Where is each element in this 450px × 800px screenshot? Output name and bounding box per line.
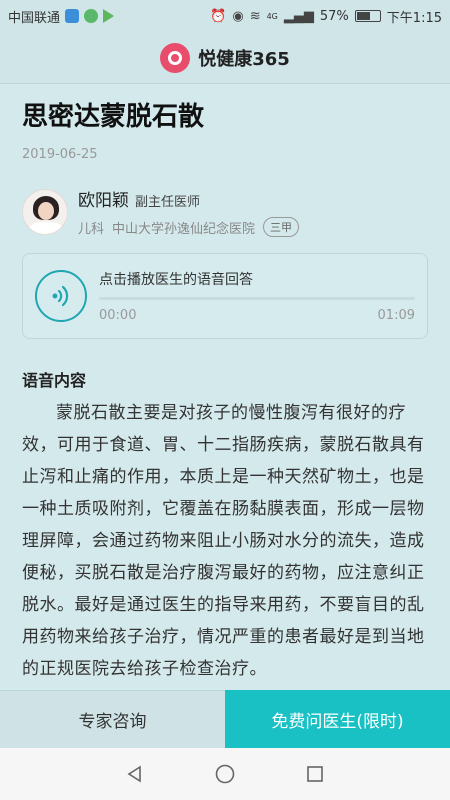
status-bar: 中国联通 ⏰ ◉ ≋ 4G ▂▄▆ 57% 下午1:15 — [0, 0, 450, 32]
status-left: 中国联通 — [8, 7, 115, 26]
expert-consult-button[interactable]: 专家咨询 — [0, 690, 225, 748]
audio-progress-track[interactable] — [99, 297, 415, 300]
section-body: 蒙脱石散主要是对孩子的慢性腹泻有很好的疗效，可用于食道、胃、十二指肠疾病，蒙脱石… — [22, 403, 425, 679]
system-nav-bar — [0, 748, 450, 800]
doctor-avatar[interactable] — [22, 188, 68, 235]
bulb-app-icon — [84, 9, 99, 23]
free-ask-doctor-button[interactable]: 免费问医生(限时) — [225, 690, 450, 748]
sound-wave-icon — [52, 285, 69, 307]
doctor-rank: 副主任医师 — [135, 195, 201, 210]
article-title: 思密达蒙脱石散 — [22, 102, 205, 132]
doctor-hospital: 中山大学孙逸仙纪念医院 — [112, 221, 256, 237]
article-date: 2019-06-25 — [22, 147, 98, 162]
shield-app-icon — [65, 9, 80, 23]
home-icon[interactable] — [205, 754, 245, 794]
audio-play-button[interactable] — [35, 270, 87, 322]
alarm-icon: ⏰ — [210, 8, 227, 24]
battery-icon — [354, 10, 381, 22]
play-store-icon — [103, 9, 115, 23]
doctor-info: 欧阳颖 副主任医师 儿科 中山大学孙逸仙纪念医院 三甲 — [78, 186, 300, 237]
eye-icon: ◉ — [232, 8, 244, 24]
audio-main: 点击播放医生的语音回答 00:00 01:09 — [99, 269, 415, 323]
wifi-icon: ≋ — [249, 8, 261, 24]
audio-duration: 01:09 — [377, 308, 415, 323]
carrier-name: 中国联通 — [8, 10, 61, 26]
clock: 下午1:15 — [386, 10, 442, 26]
doctor-card[interactable]: 欧阳颖 副主任医师 儿科 中山大学孙逸仙纪念医院 三甲 — [22, 186, 428, 237]
app-logo-icon — [160, 42, 191, 73]
article-content: 思密达蒙脱石散 2019-06-25 欧阳颖 副主任医师 儿科 中山大学孙逸仙纪… — [0, 84, 450, 690]
app-title: 悦健康365 — [198, 48, 290, 70]
back-icon[interactable] — [115, 754, 155, 794]
recents-icon[interactable] — [295, 754, 335, 794]
network-type: 4G — [266, 11, 278, 21]
signal-icon: ▂▄▆ — [283, 8, 314, 24]
doctor-name: 欧阳颖 — [78, 191, 129, 211]
section-title: 语音内容 — [22, 371, 87, 390]
hospital-grade-badge: 三甲 — [263, 217, 300, 237]
doctor-department: 儿科 — [78, 221, 105, 237]
bottom-action-bar: 专家咨询 免费问医生(限时) — [0, 690, 450, 748]
app-header: 悦健康365 — [0, 32, 450, 84]
audio-current-time: 00:00 — [99, 308, 137, 323]
battery-percent: 57% — [319, 8, 349, 24]
audio-label: 点击播放医生的语音回答 — [99, 272, 253, 288]
audio-player[interactable]: 点击播放医生的语音回答 00:00 01:09 — [22, 253, 428, 339]
status-right: ⏰ ◉ ≋ 4G ▂▄▆ 57% 下午1:15 — [210, 7, 442, 26]
